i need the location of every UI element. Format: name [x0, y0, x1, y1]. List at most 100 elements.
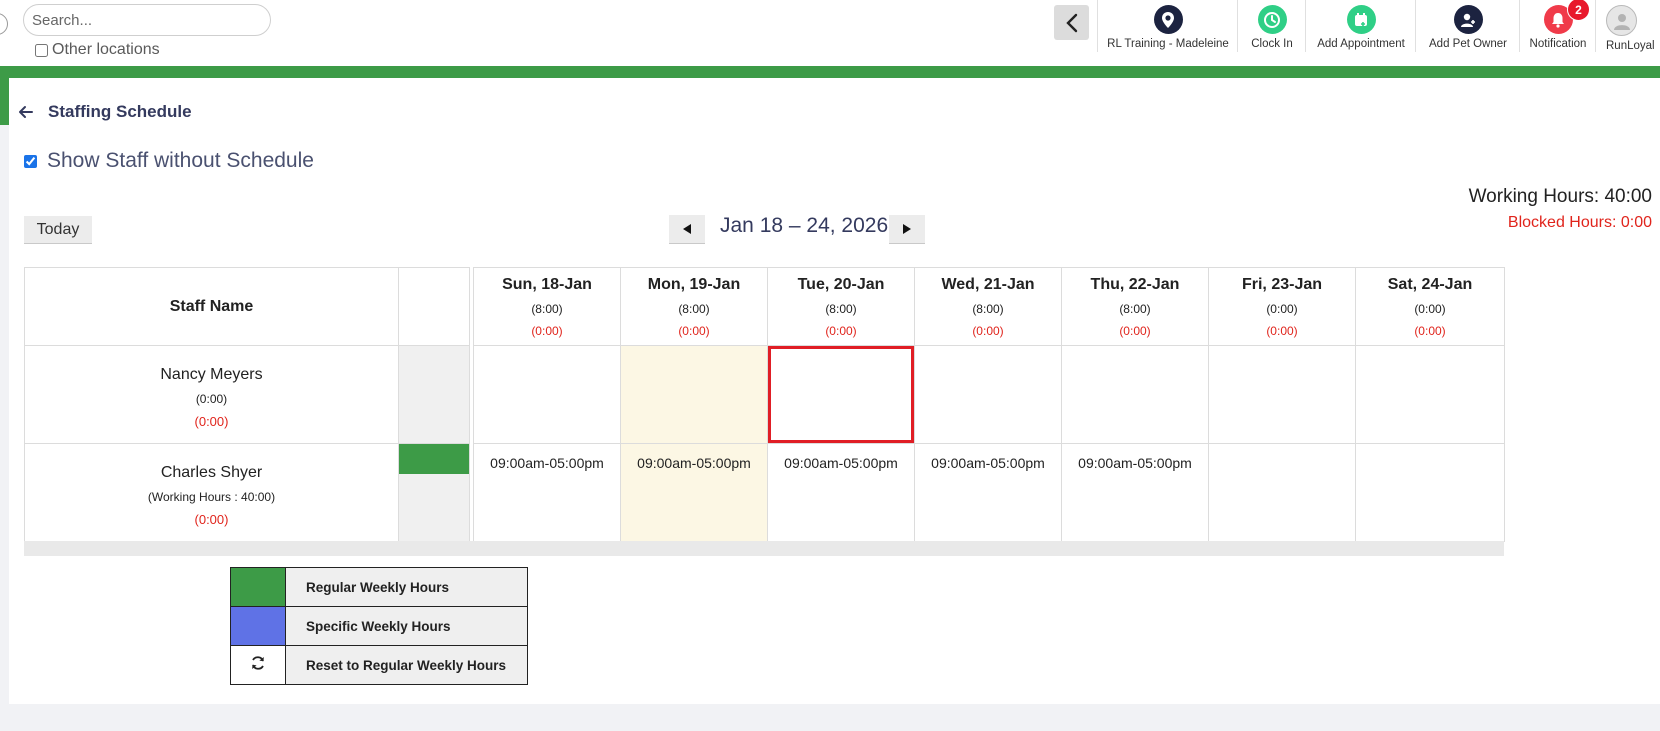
reset-cell [230, 645, 286, 685]
staff-name: Nancy Meyers [160, 366, 263, 383]
header-accent-bar [0, 66, 1660, 78]
profile-button[interactable]: RunLoyal [1595, 0, 1660, 52]
show-staff-toggle[interactable]: Show Staff without Schedule [24, 149, 314, 173]
notification-label: Notification [1529, 38, 1587, 50]
blocked-hours-total: Blocked Hours: 0:00 [1507, 214, 1652, 231]
other-locations-checkbox[interactable] [35, 43, 48, 57]
day-header-tue: Tue, 20-Jan (8:00) (0:00) [767, 267, 915, 346]
schedule-cell[interactable]: 09:00am-05:00pm [1061, 443, 1209, 542]
day-blocked: (0:00) [678, 324, 710, 338]
prev-week-button[interactable] [669, 215, 705, 244]
shift-text: 09:00am-05:00pm [1078, 455, 1192, 471]
regular-hours-swatch [230, 567, 286, 607]
location-label: RL Training - Madeleine [1107, 38, 1229, 50]
day-blocked: (0:00) [972, 324, 1004, 338]
staff-name: Charles Shyer [160, 464, 263, 481]
clock-in-label: Clock In [1251, 38, 1293, 50]
day-blocked: (0:00) [1266, 324, 1298, 338]
week-range-label: Jan 18 – 24, 2026 [720, 214, 889, 237]
day-label: Wed, 21-Jan [941, 276, 1035, 293]
legend-label: Specific Weekly Hours [285, 606, 528, 646]
location-button[interactable]: RL Training - Madeleine [1097, 0, 1238, 52]
schedule-cell[interactable]: 09:00am-05:00pm [473, 443, 621, 542]
horizontal-scrollbar[interactable] [24, 541, 1504, 556]
legend-label: Regular Weekly Hours [285, 567, 528, 607]
day-header-sat: Sat, 24-Jan (0:00) (0:00) [1355, 267, 1505, 346]
schedule-cell[interactable] [1208, 443, 1356, 542]
staff-blocked: (0:00) [194, 414, 229, 429]
legend-label: Reset to Regular Weekly Hours [285, 645, 528, 685]
back-arrow-icon[interactable] [17, 103, 35, 121]
shift-text: 09:00am-05:00pm [931, 455, 1045, 471]
shift-text: 09:00am-05:00pm [637, 455, 751, 471]
shift-text: 09:00am-05:00pm [490, 455, 604, 471]
other-locations-toggle[interactable]: Other locations [35, 41, 160, 59]
specific-hours-swatch [230, 606, 286, 646]
clock-in-button[interactable]: Clock In [1237, 0, 1306, 52]
schedule-cell[interactable]: 09:00am-05:00pm [767, 443, 915, 542]
schedule-type-cell [398, 345, 470, 444]
day-label: Thu, 22-Jan [1090, 276, 1180, 293]
add-appointment-button[interactable]: Add Appointment [1305, 0, 1416, 52]
today-button[interactable]: Today [24, 216, 92, 244]
day-hours: (0:00) [1414, 302, 1446, 316]
add-pet-owner-label: Add Pet Owner [1429, 38, 1507, 50]
chevron-left-icon [1065, 13, 1077, 32]
day-blocked: (0:00) [1414, 324, 1446, 338]
staff-cell[interactable]: Charles Shyer (Working Hours : 40:00) (0:0… [24, 443, 399, 542]
show-staff-label: Show Staff without Schedule [47, 149, 314, 172]
collapse-button[interactable] [1054, 5, 1089, 40]
day-hours: (8:00) [678, 302, 710, 316]
notification-button[interactable]: 2 Notification [1519, 0, 1596, 52]
calendar-add-icon [1346, 5, 1376, 34]
schedule-cell[interactable] [914, 345, 1062, 444]
schedule-cell[interactable]: 09:00am-05:00pm [914, 443, 1062, 542]
day-header-thu: Thu, 22-Jan (8:00) (0:00) [1061, 267, 1209, 346]
staff-name-header: Staff Name [24, 267, 399, 346]
day-blocked: (0:00) [1119, 324, 1151, 338]
schedule-cell[interactable] [1208, 345, 1356, 444]
search-input[interactable] [23, 4, 271, 36]
schedule-cell[interactable] [620, 345, 768, 444]
shift-text: 09:00am-05:00pm [784, 455, 898, 471]
page-title: Staffing Schedule [48, 102, 192, 121]
legend-row: Reset to Regular Weekly Hours [230, 645, 528, 685]
avatar-icon [1606, 5, 1637, 36]
top-bar: Other locations RL Training - Madeleine … [0, 0, 1660, 66]
next-week-button[interactable] [889, 215, 925, 244]
schedule-cell[interactable] [1355, 443, 1505, 542]
add-appointment-label: Add Appointment [1317, 38, 1405, 50]
menu-toggle[interactable] [0, 13, 8, 35]
other-locations-label: Other locations [52, 41, 160, 58]
staff-hours: (Working Hours : 40:00) [147, 490, 276, 504]
schedule-cell[interactable] [473, 345, 621, 444]
staff-hours: (0:00) [195, 392, 228, 406]
schedule-cell[interactable] [1355, 345, 1505, 444]
day-hours: (8:00) [825, 302, 857, 316]
table-row: Nancy Meyers (0:00) (0:00) [24, 345, 1505, 444]
day-header-fri: Fri, 23-Jan (0:00) (0:00) [1208, 267, 1356, 346]
day-hours: (8:00) [972, 302, 1004, 316]
add-pet-owner-button[interactable]: Add Pet Owner [1415, 0, 1520, 52]
schedule-cell-selected[interactable] [767, 345, 915, 444]
day-hours: (8:00) [531, 302, 563, 316]
location-pin-icon [1153, 5, 1183, 34]
day-blocked: (0:00) [825, 324, 857, 338]
day-label: Sat, 24-Jan [1387, 276, 1473, 293]
day-header-sun: Sun, 18-Jan (8:00) (0:00) [473, 267, 621, 346]
triangle-right-icon [903, 224, 911, 234]
schedule-cell[interactable] [1061, 345, 1209, 444]
legend-row: Regular Weekly Hours [230, 567, 528, 607]
schedule-cell[interactable]: 09:00am-05:00pm [620, 443, 768, 542]
day-label: Fri, 23-Jan [1241, 276, 1323, 293]
grid-header-row: Staff Name Sun, 18-Jan (8:00) (0:00) Mon, … [24, 267, 1505, 346]
schedule-grid: Staff Name Sun, 18-Jan (8:00) (0:00) Mon, … [24, 267, 1505, 542]
show-staff-checkbox[interactable] [24, 154, 37, 168]
legend-row: Specific Weekly Hours [230, 606, 528, 646]
add-user-icon [1453, 5, 1483, 34]
day-label: Sun, 18-Jan [502, 276, 592, 293]
day-hours: (0:00) [1266, 302, 1298, 316]
working-hours-total: Working Hours: 40:00 [1468, 186, 1652, 207]
staff-cell[interactable]: Nancy Meyers (0:00) (0:00) [24, 345, 399, 444]
side-accent-bar [0, 66, 9, 125]
